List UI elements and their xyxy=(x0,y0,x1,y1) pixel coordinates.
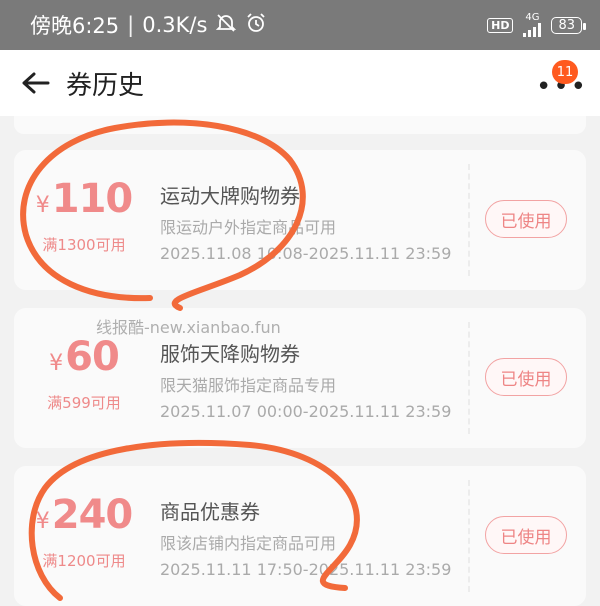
coupon-description: 限天猫服饰指定商品专用 xyxy=(160,376,337,395)
mute-bell-icon xyxy=(215,12,237,39)
coupon-amount-row: ¥ 110 xyxy=(14,176,154,222)
page-title: 券历史 xyxy=(66,70,145,101)
back-arrow-icon[interactable] xyxy=(20,67,52,99)
coupon-card[interactable]: ¥ 240 满1200可用 商品优惠券 限该店铺内指定商品可用 2025.11.… xyxy=(14,466,586,606)
coupon-currency: ¥ xyxy=(35,193,50,218)
coupon-period: 2025.11.11 17:50-2025.11.11 23:59 xyxy=(160,560,452,579)
battery-icon: 83 xyxy=(551,16,586,34)
hd-indicator: HD xyxy=(487,17,514,33)
status-right: HD 4G 83 xyxy=(487,12,586,37)
watermark-text: 线报酷-new.xianbao.fun xyxy=(96,318,281,337)
status-time: 傍晚6:25 xyxy=(30,14,120,38)
coupon-amount: 60 xyxy=(65,334,120,380)
more-options-button[interactable]: ••• 11 xyxy=(526,60,586,106)
alarm-icon xyxy=(245,12,267,39)
network-type: 4G xyxy=(525,12,540,23)
notification-badge: 11 xyxy=(552,60,578,84)
coupon-amount-row: ¥ 240 xyxy=(14,492,154,538)
coupon-amount-row: ¥ 60 xyxy=(14,334,154,380)
coupon-amount: 240 xyxy=(51,492,133,538)
coupon-value-area: ¥ 240 满1200可用 xyxy=(14,466,154,606)
coupon-used-button[interactable]: 已使用 xyxy=(485,358,567,396)
coupon-used-button[interactable]: 已使用 xyxy=(485,200,567,238)
coupon-description: 限该店铺内指定商品可用 xyxy=(160,534,337,553)
coupon-threshold: 满1200可用 xyxy=(42,552,126,570)
status-left: 傍晚6:25 | 0.3K/s xyxy=(30,10,267,40)
coupon-title: 运动大牌购物券 xyxy=(160,184,300,208)
coupon-title: 服饰天降购物券 xyxy=(160,342,300,366)
coupon-value-area: ¥ 110 满1300可用 xyxy=(14,150,154,290)
coupon-amount: 110 xyxy=(51,176,133,222)
coupon-description: 限运动户外指定商品可用 xyxy=(160,218,337,237)
status-separator: | xyxy=(127,13,135,37)
previous-coupon-edge xyxy=(14,116,586,134)
coupon-threshold: 满1300可用 xyxy=(42,236,126,254)
coupon-currency: ¥ xyxy=(35,509,50,534)
coupon-divider xyxy=(468,480,470,592)
network-speed: 0.3K/s xyxy=(142,13,208,37)
coupon-divider xyxy=(468,322,470,434)
coupon-threshold: 满599可用 xyxy=(47,394,121,412)
coupon-used-button[interactable]: 已使用 xyxy=(485,516,567,554)
coupon-period: 2025.11.08 10:08-2025.11.11 23:59 xyxy=(160,244,452,263)
coupon-card[interactable]: ¥ 110 满1300可用 运动大牌购物券 限运动户外指定商品可用 2025.1… xyxy=(14,150,586,290)
coupon-period: 2025.11.07 00:00-2025.11.11 23:59 xyxy=(160,402,452,421)
battery-level: 83 xyxy=(558,17,575,33)
coupon-currency: ¥ xyxy=(49,351,64,376)
coupon-divider xyxy=(468,164,470,276)
app-header: 券历史 ••• 11 xyxy=(0,50,600,116)
coupon-title: 商品优惠券 xyxy=(160,500,260,524)
status-bar: 傍晚6:25 | 0.3K/s HD 4G 83 xyxy=(0,0,600,50)
signal-icon: 4G xyxy=(523,12,542,37)
